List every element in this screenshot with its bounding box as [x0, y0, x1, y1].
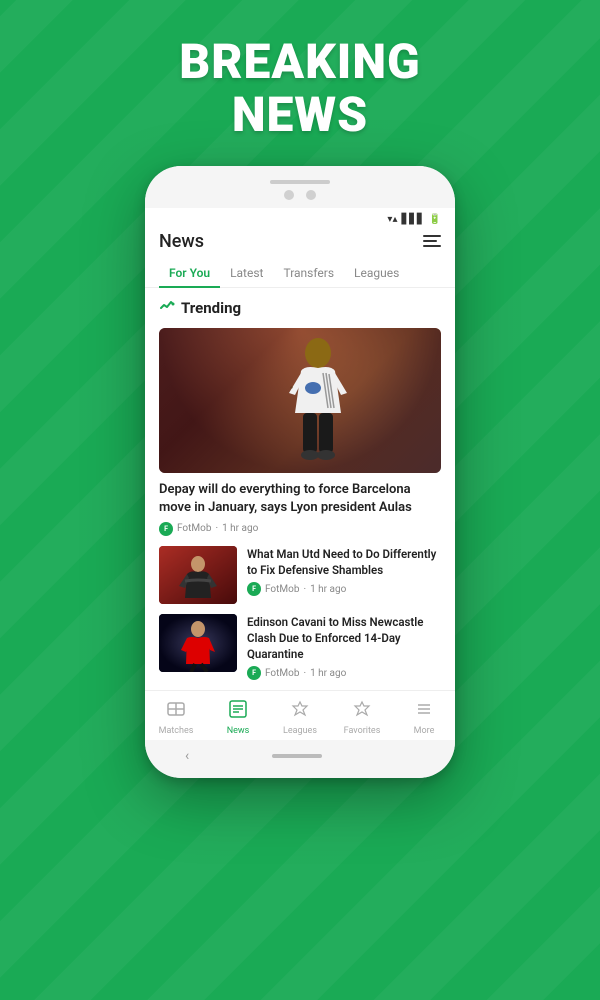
- leagues-icon: [290, 699, 310, 724]
- tab-for-you[interactable]: For You: [159, 260, 220, 288]
- trending-label: Trending: [181, 299, 241, 317]
- app-header: News: [145, 227, 455, 260]
- status-bar: ▾▴ ▋▋▋ 🔋: [145, 208, 455, 227]
- small-article-2[interactable]: Edinson Cavani to Miss Newcastle Clash D…: [159, 614, 441, 680]
- news-icon: [228, 699, 248, 724]
- phone-screen: ▾▴ ▋▋▋ 🔋 News For You Latest Transfers L…: [145, 208, 455, 741]
- front-camera: [284, 190, 294, 200]
- small-article-1-time: 1 hr ago: [310, 584, 346, 595]
- fotmob-logo-3: F: [247, 666, 261, 680]
- app-title: News: [159, 231, 204, 252]
- trending-section-header: Trending: [159, 298, 441, 318]
- bottom-nav: Matches News: [145, 690, 455, 740]
- content-area: Trending: [145, 288, 455, 691]
- fotmob-logo-2: F: [247, 582, 261, 596]
- header-line2: NEWS: [179, 89, 420, 142]
- meta-separator-2: ·: [303, 584, 306, 595]
- fotmob-logo: F: [159, 522, 173, 536]
- nav-news[interactable]: News: [213, 699, 263, 736]
- header-line1: BREAKING: [179, 36, 420, 89]
- nav-matches[interactable]: Matches: [151, 699, 201, 736]
- main-article-source: FotMob: [177, 523, 211, 534]
- wifi-icon: ▾▴: [387, 214, 397, 225]
- phone-top: [145, 166, 455, 208]
- nav-favorites-label: Favorites: [344, 726, 381, 736]
- small-article-2-time: 1 hr ago: [310, 668, 346, 679]
- breaking-news-title: BREAKING NEWS: [179, 36, 420, 142]
- menu-line-2: [423, 240, 437, 242]
- page-wrapper: BREAKING NEWS ▾▴ ▋▋▋ 🔋 News: [0, 0, 600, 1000]
- small-article-1-source: FotMob: [265, 584, 299, 595]
- menu-line-1: [423, 235, 441, 237]
- small-article-2-meta: F FotMob · 1 hr ago: [247, 666, 441, 680]
- menu-line-3: [423, 245, 441, 247]
- main-article-title: Depay will do everything to force Barcel…: [159, 481, 441, 517]
- meta-separator: ·: [215, 523, 218, 534]
- more-icon: [414, 699, 434, 724]
- meta-separator-3: ·: [303, 668, 306, 679]
- main-article-meta: F FotMob · 1 hr ago: [159, 522, 441, 536]
- earpiece: [270, 180, 330, 184]
- filter-button[interactable]: [423, 235, 441, 247]
- favorites-icon: [352, 699, 372, 724]
- phone-bottom: ‹: [145, 740, 455, 778]
- small-article-2-image: [159, 614, 237, 672]
- main-article-image: [159, 328, 441, 473]
- tab-leagues[interactable]: Leagues: [344, 260, 409, 288]
- camera-area: [284, 190, 316, 200]
- small-article-1[interactable]: What Man Utd Need to Do Differently to F…: [159, 546, 441, 604]
- matches-icon: [166, 699, 186, 724]
- battery-icon: 🔋: [429, 214, 441, 225]
- signal-icon: ▋▋▋: [401, 214, 424, 225]
- nav-more-label: More: [414, 726, 435, 736]
- main-article[interactable]: Depay will do everything to force Barcel…: [159, 328, 441, 536]
- nav-more[interactable]: More: [399, 699, 449, 736]
- back-arrow[interactable]: ‹: [185, 748, 189, 764]
- nav-news-label: News: [227, 726, 250, 736]
- home-bar[interactable]: [272, 754, 322, 758]
- phone-mockup: ▾▴ ▋▋▋ 🔋 News For You Latest Transfers L…: [145, 166, 455, 779]
- player-svg: [273, 333, 363, 473]
- small-article-1-title: What Man Utd Need to Do Differently to F…: [247, 546, 441, 578]
- speaker-dot: [306, 190, 316, 200]
- tab-latest[interactable]: Latest: [220, 260, 273, 288]
- small-article-2-content: Edinson Cavani to Miss Newcastle Clash D…: [247, 614, 441, 680]
- tab-bar: For You Latest Transfers Leagues: [145, 260, 455, 288]
- small-article-1-image: [159, 546, 237, 604]
- nav-leagues[interactable]: Leagues: [275, 699, 325, 736]
- small-article-1-content: What Man Utd Need to Do Differently to F…: [247, 546, 441, 596]
- nav-favorites[interactable]: Favorites: [337, 699, 387, 736]
- nav-leagues-label: Leagues: [283, 726, 317, 736]
- small-article-2-title: Edinson Cavani to Miss Newcastle Clash D…: [247, 614, 441, 662]
- small-article-1-meta: F FotMob · 1 hr ago: [247, 582, 441, 596]
- tab-transfers[interactable]: Transfers: [273, 260, 344, 288]
- nav-matches-label: Matches: [159, 726, 194, 736]
- main-article-time: 1 hr ago: [222, 523, 258, 534]
- breaking-news-header: BREAKING NEWS: [159, 0, 440, 166]
- small-article-2-source: FotMob: [265, 668, 299, 679]
- trending-icon: [159, 298, 175, 318]
